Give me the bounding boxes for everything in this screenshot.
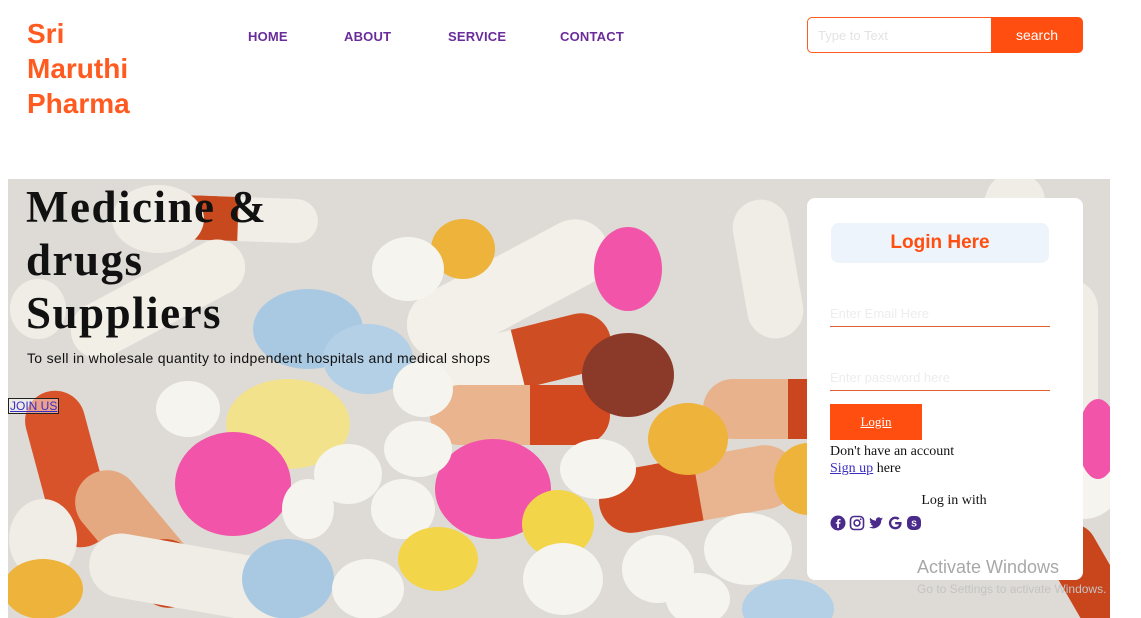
password-field[interactable] — [830, 364, 1050, 391]
activate-windows-watermark: Activate Windows — [917, 557, 1060, 577]
nav-home[interactable]: HOME — [248, 29, 288, 44]
login-title: Login Here — [831, 223, 1049, 263]
login-with-text: Log in with — [921, 493, 987, 508]
signup-link[interactable]: Sign up — [830, 461, 873, 476]
search-input[interactable] — [807, 17, 1014, 53]
facebook-icon[interactable] — [830, 515, 846, 531]
login-card: Login Here Login Don't have an account S… — [807, 198, 1083, 580]
nav-service[interactable]: SERVICE — [448, 29, 506, 44]
skype-icon[interactable] — [906, 515, 922, 531]
nav-about[interactable]: ABOUT — [344, 29, 391, 44]
no-account-text: Don't have an account — [830, 444, 955, 459]
hero-title: Medicine & drugs Suppliers — [26, 182, 268, 338]
hero-subtitle: To sell in wholesale quantity to indpend… — [27, 350, 491, 366]
instagram-icon[interactable] — [849, 515, 865, 531]
signup-suffix: here — [873, 461, 901, 476]
signup-line: Sign up here — [830, 461, 901, 477]
google-icon[interactable] — [887, 515, 903, 531]
search-bar: search — [807, 17, 1083, 53]
email-field[interactable] — [830, 300, 1050, 327]
nav-contact[interactable]: CONTACT — [560, 29, 624, 44]
social-login-icons — [830, 515, 922, 533]
login-with-label: Log in with — [807, 493, 1083, 509]
twitter-icon[interactable] — [868, 515, 884, 531]
join-us-button[interactable]: JOIN US — [8, 398, 60, 414]
search-button[interactable]: search — [991, 17, 1083, 53]
brand-logo[interactable]: Sri Maruthi Pharma — [27, 16, 167, 121]
activate-windows-hint: Go to Settings to activate Windows. — [917, 582, 1107, 596]
login-button[interactable]: Login — [830, 404, 922, 440]
